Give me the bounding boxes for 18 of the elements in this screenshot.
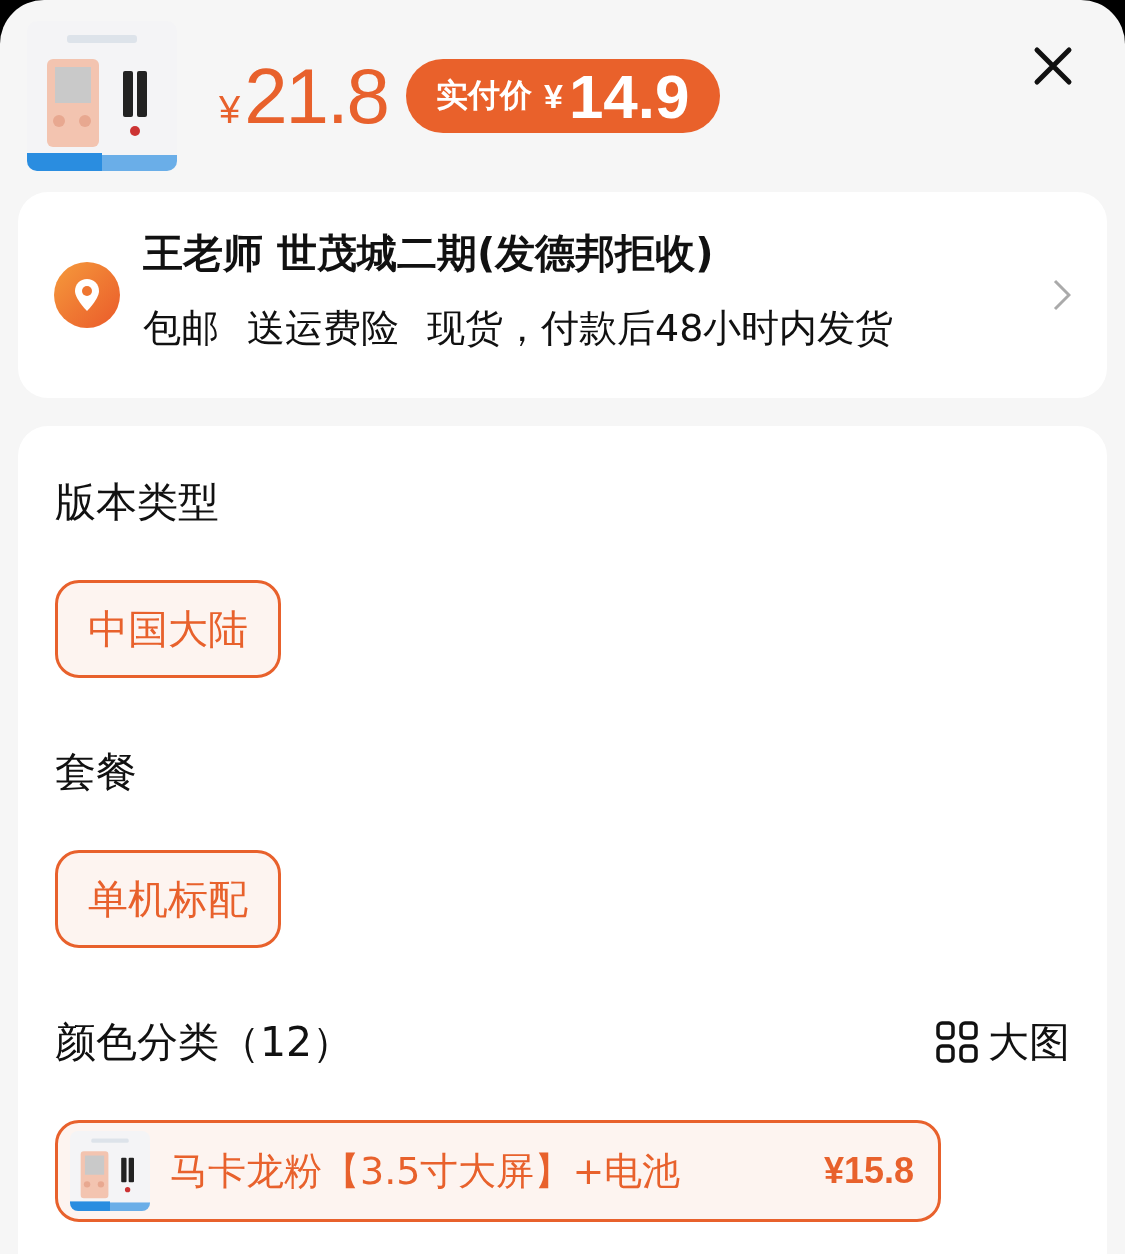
chevron-right-icon [1053, 279, 1071, 311]
large-image-toggle[interactable]: 大图 [936, 1014, 1070, 1070]
section-title: 版本类型 [55, 476, 219, 528]
location-pin-icon [54, 262, 120, 328]
section-title: 颜色分类（12） [55, 1016, 354, 1068]
address-card[interactable]: 王老师 世茂城二期(发德邦拒收) 包邮 送运费险 现货，付款后48小时内发货 [18, 192, 1107, 398]
service-text: 包邮 [143, 305, 219, 352]
close-button[interactable] [1033, 46, 1073, 86]
section-title: 套餐 [55, 746, 137, 798]
option-chip[interactable]: 单机标配 [55, 850, 281, 948]
final-price-badge: 实付价 ¥14.9 [405, 59, 720, 133]
product-price: ¥21.8 [219, 50, 388, 142]
address-text: 王老师 世茂城二期(发德邦拒收) [143, 229, 715, 278]
option-chip[interactable]: 中国大陆 [55, 580, 281, 678]
color-option[interactable]: 马卡龙粉【3.5寸大屏】+电池 ¥15.8 [55, 1120, 941, 1222]
grid-icon [936, 1021, 978, 1063]
service-text: 送运费险 [247, 305, 399, 352]
service-text: 现货，付款后48小时内发货 [427, 305, 894, 352]
